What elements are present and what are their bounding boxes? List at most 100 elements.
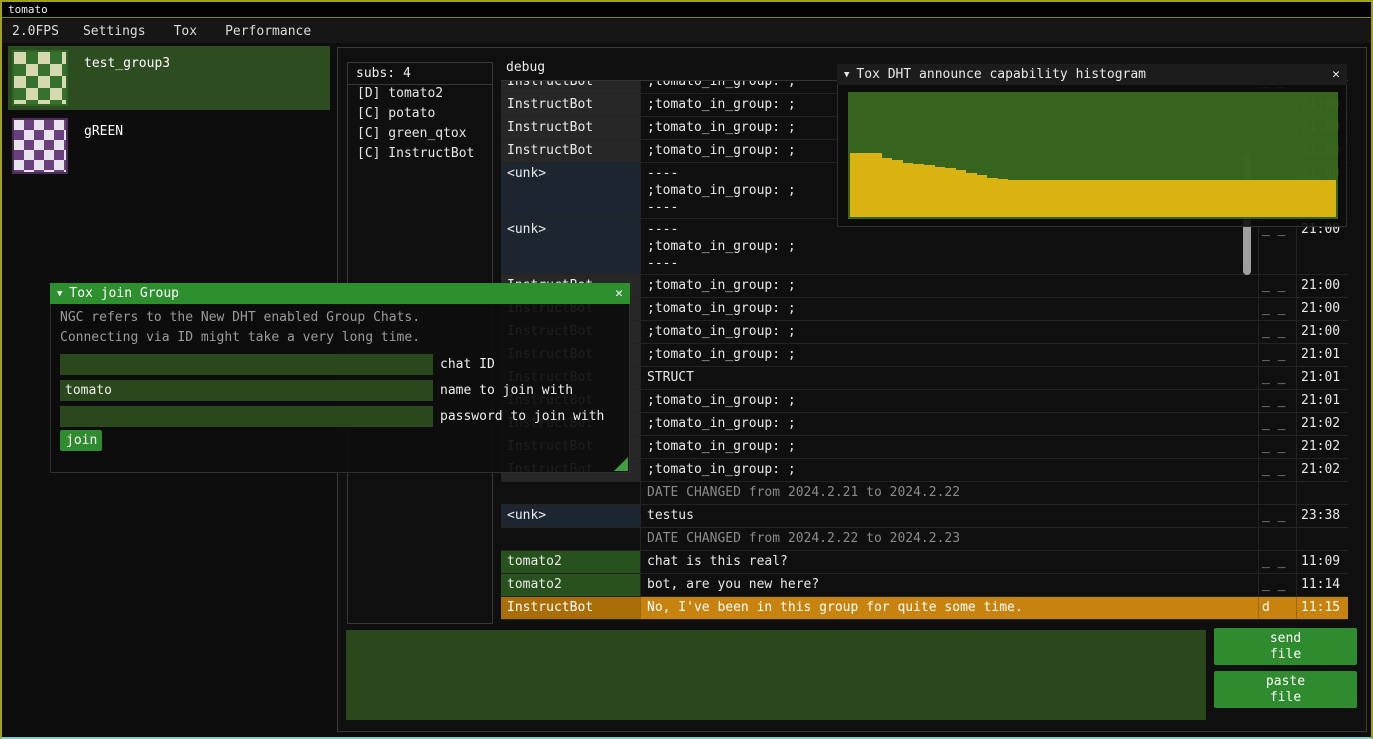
sub-member[interactable]: [C] potato (348, 105, 492, 125)
message-sender: InstructBot (501, 140, 640, 162)
resize-grip[interactable] (614, 457, 628, 471)
histogram-bar (1167, 180, 1178, 217)
histogram-bar (1209, 180, 1220, 217)
histogram-bar (924, 165, 935, 217)
message-row[interactable]: <unk>testus_ _23:38 (501, 505, 1348, 528)
histogram-bar (1304, 180, 1315, 217)
group-item[interactable]: test_group3 (8, 46, 330, 110)
histogram-bar (987, 178, 998, 217)
message-flags: _ _ (1259, 367, 1296, 389)
histogram-bar (1188, 180, 1199, 217)
message-text: ;tomato_in_group: ; (640, 344, 1259, 366)
message-time: 21:00 (1296, 321, 1348, 343)
join-password-input[interactable] (60, 406, 433, 427)
sub-member[interactable]: [C] green_qtox (348, 125, 492, 145)
message-time: 21:00 (1296, 275, 1348, 297)
join-name-row: name to join with (60, 380, 573, 401)
histogram-bar (903, 163, 914, 217)
paste-file-button[interactable]: paste file (1214, 671, 1357, 708)
join-name-input[interactable] (60, 380, 433, 401)
message-sender: InstructBot (501, 597, 640, 619)
message-text: DATE CHANGED from 2024.2.22 to 2024.2.23 (640, 528, 1259, 550)
message-flags: _ _ (1259, 321, 1296, 343)
histogram-bar (1019, 180, 1030, 217)
message-text: ;tomato_in_group: ; (640, 321, 1259, 343)
group-item[interactable]: gREEN (8, 114, 330, 178)
join-group-window: ▼ Tox join Group ✕ NGC refers to the New… (50, 283, 630, 473)
histogram-bar (1315, 180, 1326, 217)
message-row[interactable]: DATE CHANGED from 2024.2.21 to 2024.2.22 (501, 482, 1348, 505)
message-sender (501, 482, 640, 504)
histogram-bar (1273, 180, 1284, 217)
message-text: chat is this real? (640, 551, 1259, 573)
histogram-window: ▼ Tox DHT announce capability histogram … (837, 64, 1347, 227)
close-icon[interactable]: ✕ (1332, 67, 1340, 82)
menu-bar: 2.0FPS SettingsToxPerformance (2, 19, 1371, 43)
message-text: ;tomato_in_group: ; (640, 275, 1259, 297)
message-time: 11:15 (1296, 597, 1348, 619)
message-sender (501, 528, 640, 550)
group-name: gREEN (84, 124, 123, 139)
collapse-arrow-icon[interactable]: ▼ (57, 289, 62, 299)
histogram-bar (977, 175, 988, 217)
histogram-bar (1220, 180, 1231, 217)
histogram-bar (998, 179, 1009, 217)
join-window-title: Tox join Group (69, 286, 179, 301)
message-text: testus (640, 505, 1259, 527)
histogram-bar (945, 168, 956, 217)
histogram-bar (966, 173, 977, 217)
histogram-bar (1125, 180, 1136, 217)
histogram-window-titlebar[interactable]: ▼ Tox DHT announce capability histogram … (837, 64, 1347, 85)
join-name-label: name to join with (440, 383, 573, 398)
histogram-bar (1146, 180, 1157, 217)
message-text: ;tomato_in_group: ; (640, 390, 1259, 412)
message-time: 21:01 (1296, 367, 1348, 389)
message-row[interactable]: InstructBotNo, I've been in this group f… (501, 597, 1348, 620)
chat-id-row: chat ID (60, 354, 495, 375)
message-row[interactable]: DATE CHANGED from 2024.2.22 to 2024.2.23 (501, 528, 1348, 551)
histogram-bar (871, 153, 882, 217)
message-text: STRUCT (640, 367, 1259, 389)
message-flags: _ _ (1259, 436, 1296, 458)
histogram-window-body (837, 85, 1347, 227)
chat-id-input[interactable] (60, 354, 433, 375)
histogram-bar (1104, 180, 1115, 217)
menu-item-settings[interactable]: Settings (69, 19, 160, 43)
menu-item-tox[interactable]: Tox (160, 19, 211, 43)
message-time: 11:09 (1296, 551, 1348, 573)
message-sender: <unk> (501, 163, 640, 218)
message-flags (1259, 528, 1296, 550)
message-time: 21:02 (1296, 413, 1348, 435)
histogram-bar (1082, 180, 1093, 217)
message-input[interactable] (346, 630, 1206, 720)
histogram-bar (1008, 180, 1019, 217)
app-window: tomato 2.0FPS SettingsToxPerformance tes… (0, 0, 1373, 739)
send-file-button[interactable]: send file (1214, 628, 1357, 665)
menu-item-performance[interactable]: Performance (211, 19, 325, 43)
sub-member[interactable]: [C] InstructBot (348, 145, 492, 165)
histogram-bar (1251, 180, 1262, 217)
message-flags: _ _ (1259, 344, 1296, 366)
histogram-bar (1262, 180, 1273, 217)
histogram-bar (850, 153, 861, 217)
histogram-bar (1230, 180, 1241, 217)
histogram-bar (1156, 180, 1167, 217)
join-button[interactable]: join (60, 430, 102, 451)
message-flags: _ _ (1259, 298, 1296, 320)
close-icon[interactable]: ✕ (615, 286, 623, 301)
message-text: bot, are you new here? (640, 574, 1259, 596)
histogram-bar (913, 164, 924, 217)
join-window-titlebar[interactable]: ▼ Tox join Group ✕ (50, 283, 630, 304)
sub-member[interactable]: [D] tomato2 (348, 85, 492, 105)
tab-debug[interactable]: debug (506, 60, 545, 75)
message-row[interactable]: tomato2bot, are you new here?_ _11:14 (501, 574, 1348, 597)
window-titlebar[interactable]: tomato (2, 2, 1371, 18)
histogram-window-title: Tox DHT announce capability histogram (856, 67, 1146, 82)
message-time: 11:14 (1296, 574, 1348, 596)
group-list: test_group3 gREEN (8, 46, 330, 182)
collapse-arrow-icon[interactable]: ▼ (844, 70, 849, 80)
message-flags: _ _ (1259, 219, 1296, 274)
histogram-plot[interactable] (848, 92, 1338, 219)
message-row[interactable]: <unk>----;tomato_in_group: ;----_ _21:00 (501, 219, 1348, 275)
message-row[interactable]: tomato2chat is this real?_ _11:09 (501, 551, 1348, 574)
